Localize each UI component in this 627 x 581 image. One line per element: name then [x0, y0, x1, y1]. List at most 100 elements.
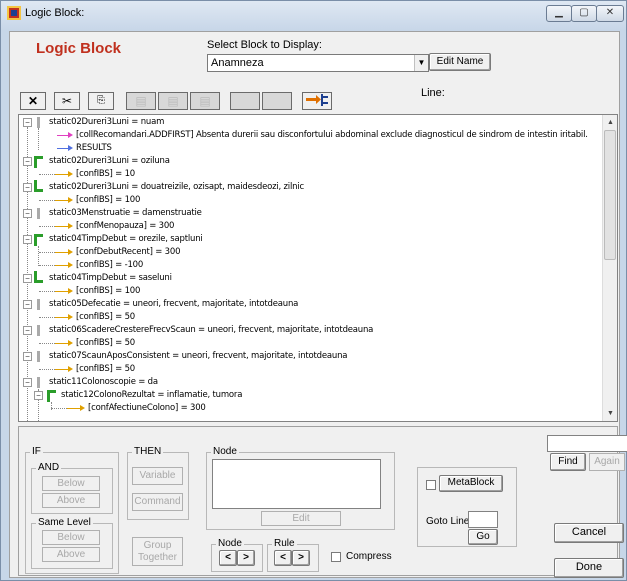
- rule-next-button[interactable]: >: [292, 550, 310, 566]
- then-label: THEN: [132, 446, 164, 457]
- tree-node-assign[interactable]: [confIBS] = 100: [76, 285, 140, 298]
- and-label: AND: [36, 462, 62, 473]
- edit-node-button[interactable]: Edit: [261, 511, 341, 526]
- rule-prev-button[interactable]: <: [274, 550, 292, 566]
- tree-node-assign[interactable]: [confMenopauza] = 300: [76, 220, 174, 233]
- scroll-thumb[interactable]: [604, 130, 616, 260]
- and-above-button[interactable]: Above: [42, 493, 100, 508]
- tree-node-condition[interactable]: static06ScadereCrestereFrecvScaun = uneo…: [49, 324, 373, 337]
- chevron-down-icon[interactable]: ▼: [414, 55, 428, 71]
- goto-line-input[interactable]: [468, 511, 498, 528]
- tree-node-assign[interactable]: [confDebutRecent] = 300: [76, 246, 181, 259]
- condition-icon: [37, 299, 40, 310]
- node-next-button[interactable]: >: [237, 550, 255, 566]
- assign-arrow-icon: [67, 405, 85, 411]
- go-button[interactable]: Go: [468, 529, 498, 545]
- green-flag-icon: [34, 234, 43, 246]
- tree-node-condition[interactable]: static02Dureri3Luni = douatreizile, ozis…: [49, 181, 304, 194]
- assign-arrow-icon: [55, 197, 73, 203]
- collapse-icon[interactable]: −: [23, 157, 32, 166]
- edit-name-button[interactable]: Edit Name: [429, 53, 491, 71]
- tree-node-condition[interactable]: static02Dureri3Luni = oziluna: [49, 155, 170, 168]
- vertical-scrollbar[interactable]: ▲ ▼: [602, 115, 617, 421]
- list-icon: ▤: [135, 94, 147, 108]
- assign-arrow-icon: [55, 171, 73, 177]
- tree-node-assign[interactable]: [confIBS] = 10: [76, 168, 135, 181]
- compress-checkbox[interactable]: [331, 552, 341, 562]
- command-arrow-icon: [57, 132, 73, 138]
- collapse-icon[interactable]: −: [23, 118, 32, 127]
- node-prev-button[interactable]: <: [219, 550, 237, 566]
- command-button[interactable]: Command: [132, 493, 183, 511]
- tree-node-condition[interactable]: static04TimpDebut = saseluni: [49, 272, 172, 285]
- same-above-button[interactable]: Above: [42, 547, 100, 562]
- find-input[interactable]: [547, 435, 627, 452]
- green-l-icon: [34, 180, 43, 192]
- metablock-button[interactable]: MetaBlock: [439, 475, 503, 492]
- collapse-icon[interactable]: −: [23, 300, 32, 309]
- tree-node-assign[interactable]: [confIBS] = -100: [76, 259, 143, 272]
- scroll-down-icon[interactable]: ▼: [603, 406, 617, 421]
- minimize-button[interactable]: ▁: [546, 5, 572, 22]
- tree-node-condition[interactable]: static05Defecatie = uneori, frecvent, ma…: [49, 298, 298, 311]
- find-button[interactable]: Find: [550, 453, 586, 471]
- scroll-up-icon[interactable]: ▲: [603, 115, 617, 130]
- collapse-icon[interactable]: −: [23, 183, 32, 192]
- select-block-label: Select Block to Display:: [207, 39, 322, 51]
- group-together-button[interactable]: Group Together: [132, 537, 183, 566]
- tree-node-condition[interactable]: static12ColonoRezultat = inflamatie, tum…: [61, 389, 242, 402]
- together-label: Together: [138, 552, 177, 563]
- toolbar-button-5[interactable]: ▤: [158, 92, 188, 110]
- toolbar-button-6[interactable]: ▤: [190, 92, 220, 110]
- tree-node-condition[interactable]: static07ScaunAposConsistent = uneori, fr…: [49, 350, 347, 363]
- condition-icon: [37, 117, 40, 128]
- tree-node-condition[interactable]: static11Colonoscopie = da: [49, 376, 158, 389]
- delete-icon: ✕: [27, 94, 39, 108]
- title-bar[interactable]: Logic Block: ▁ ▢ ✕: [1, 1, 627, 29]
- collapse-icon[interactable]: −: [23, 209, 32, 218]
- maximize-button[interactable]: ▢: [571, 5, 597, 22]
- tree-node-condition[interactable]: static03Menstruatie = damenstruatie: [49, 207, 202, 220]
- toolbar-button-4[interactable]: ▤: [126, 92, 156, 110]
- assign-arrow-icon: [55, 340, 73, 346]
- tree-node-condition[interactable]: static04TimpDebut = orezile, saptluni: [49, 233, 203, 246]
- page-title: Logic Block: [36, 40, 122, 57]
- tree-node-assign[interactable]: [confIBS] = 50: [76, 363, 135, 376]
- and-below-button[interactable]: Below: [42, 476, 100, 491]
- assign-arrow-icon: [55, 249, 73, 255]
- collapse-icon[interactable]: −: [23, 235, 32, 244]
- tree-node-results[interactable]: RESULTS: [76, 142, 112, 155]
- tree-node-command[interactable]: [collRecomandari.ADDFIRST] Absenta durer…: [76, 129, 588, 142]
- done-button[interactable]: Done: [554, 558, 624, 578]
- toolbar-button-7[interactable]: [230, 92, 260, 110]
- tree-node-assign[interactable]: [confIBS] = 50: [76, 311, 135, 324]
- collapse-icon[interactable]: −: [34, 391, 43, 400]
- again-button[interactable]: Again: [589, 453, 625, 471]
- same-below-button[interactable]: Below: [42, 530, 100, 545]
- cut-button[interactable]: ✂: [54, 92, 80, 110]
- paste-button[interactable]: ⎘: [88, 92, 114, 110]
- green-l-icon: [34, 271, 43, 283]
- collapse-icon[interactable]: −: [23, 326, 32, 335]
- insert-node-button[interactable]: [302, 92, 332, 110]
- collapse-icon[interactable]: −: [23, 274, 32, 283]
- list-icon: ▤: [199, 94, 211, 108]
- close-button[interactable]: ✕: [596, 5, 624, 22]
- node-text-area[interactable]: [212, 459, 381, 509]
- collapse-icon[interactable]: −: [23, 352, 32, 361]
- block-select[interactable]: Anamneza ▼: [207, 54, 429, 72]
- metablock-checkbox[interactable]: [426, 480, 436, 490]
- variable-button[interactable]: Variable: [132, 467, 183, 485]
- tree-node-assign[interactable]: [confAfectiuneColono] = 300: [88, 402, 206, 415]
- tree-node-assign[interactable]: [confIBS] = 100: [76, 194, 140, 207]
- green-flag-icon: [34, 156, 43, 168]
- tree-node-condition[interactable]: static02Dureri3Luni = nuam: [49, 116, 164, 129]
- cancel-button[interactable]: Cancel: [554, 523, 624, 543]
- delete-button[interactable]: ✕: [20, 92, 46, 110]
- tree-node-assign[interactable]: [confIBS] = 50: [76, 337, 135, 350]
- toolbar-button-8[interactable]: [262, 92, 292, 110]
- assign-arrow-icon: [55, 366, 73, 372]
- logic-tree[interactable]: − static02Dureri3Luni = nuam [collRecoma…: [18, 114, 618, 422]
- condition-icon: [37, 208, 40, 219]
- collapse-icon[interactable]: −: [23, 378, 32, 387]
